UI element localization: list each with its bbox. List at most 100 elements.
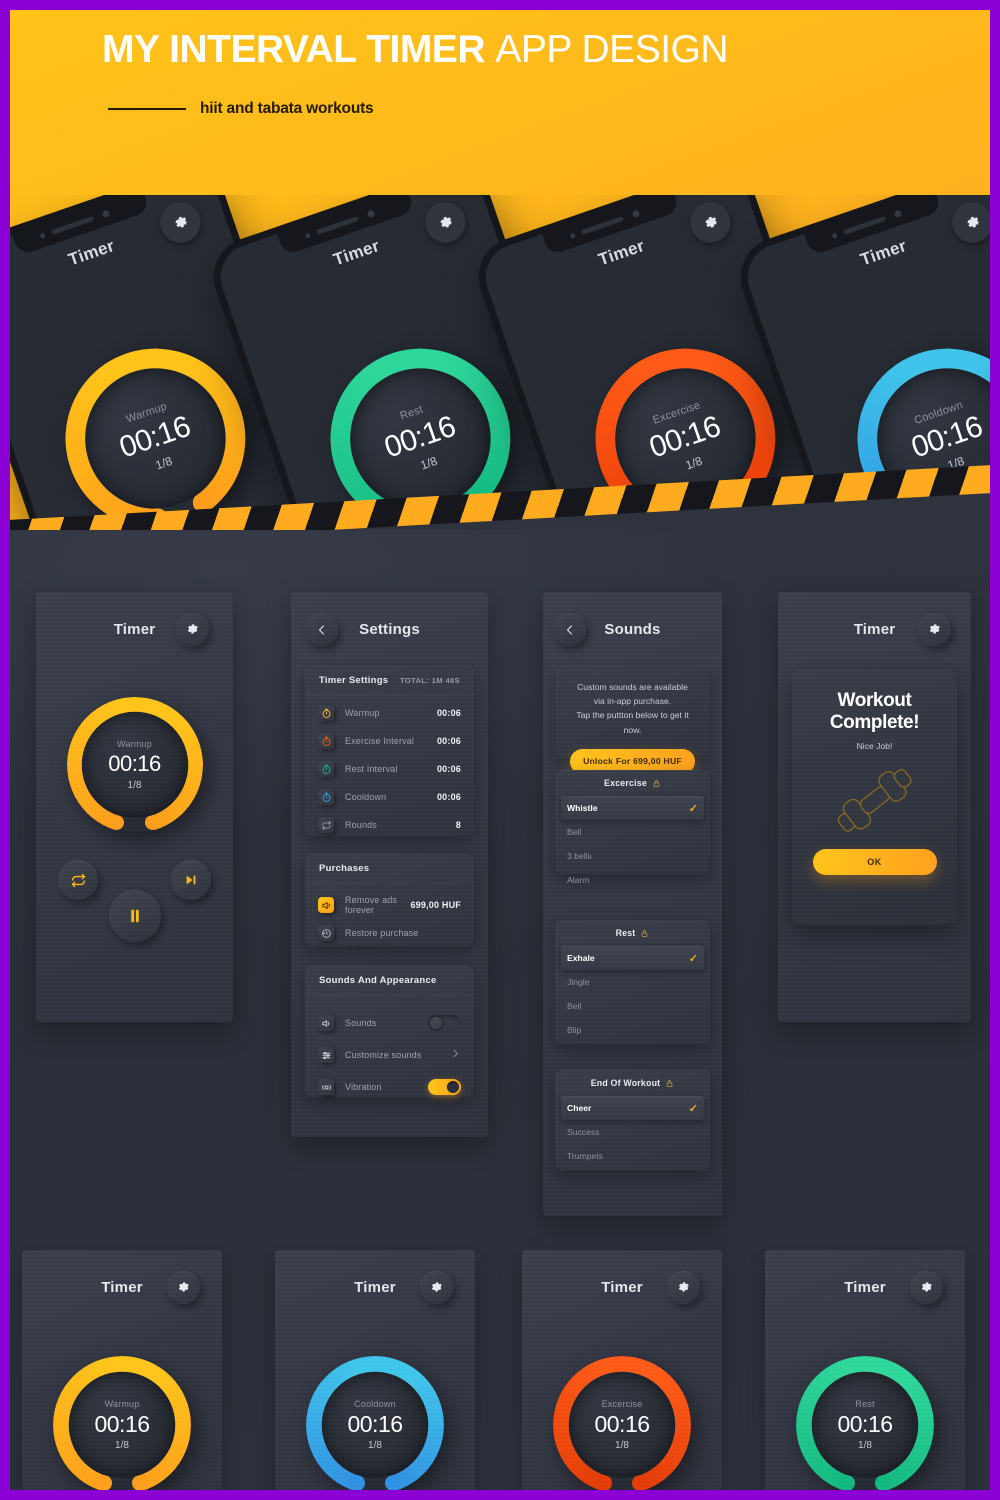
settings-row[interactable]: Warmup 00:06 (305, 699, 474, 727)
sound-group-name: Rest (615, 928, 636, 938)
settings-row[interactable]: Rest Interval 00:06 (305, 755, 474, 783)
sound-option[interactable]: Trumpets (555, 1144, 710, 1168)
rule-divider (108, 108, 186, 110)
timer-variant-panel: Timer Rest 00:16 1/8 (765, 1250, 965, 1490)
row-value: 00:06 (436, 708, 461, 718)
page-title: MY INTERVAL TIMER APP DESIGN (102, 28, 729, 72)
timer-progress-ring: Warmup 00:16 1/8 (41, 324, 270, 530)
sound-setting-row[interactable]: Sounds (305, 1007, 474, 1039)
progress-ring: Excercise 00:16 1/8 (553, 1356, 691, 1490)
purchases-rows: Remove ads forever 699,00 HUF Restore purc… (305, 884, 474, 947)
sound-option[interactable]: Exhale ✓ (561, 946, 704, 970)
row-label: Exercise Interval (345, 736, 415, 746)
title-light: APP DESIGN (495, 28, 729, 71)
progress-ring: Warmup 00:16 1/8 (41, 324, 270, 530)
sounds-screen-panel: Sounds Custom sounds are available via i… (543, 592, 722, 1216)
ring-center: Excercise 00:16 1/8 (569, 1372, 675, 1478)
stopwatch-icon (322, 736, 330, 746)
round-counter: 1/8 (418, 453, 440, 473)
sound-setting-row[interactable]: Vibration (305, 1071, 474, 1103)
settings-row[interactable]: Exercise Interval 00:06 (305, 727, 474, 755)
purchase-row[interactable]: Remove ads forever 699,00 HUF (305, 891, 474, 919)
settings-row[interactable]: Rounds 8 (305, 811, 474, 839)
sound-option[interactable]: Whistle ✓ (561, 796, 704, 820)
pause-button[interactable] (108, 890, 161, 942)
back-button[interactable] (305, 613, 338, 646)
sounds-appearance-rows: Sounds Customize sounds Vibration (305, 996, 474, 1103)
gear-icon (178, 1282, 189, 1292)
sound-setting-row[interactable]: Customize sounds (305, 1039, 474, 1071)
chevron-right-icon (450, 1046, 461, 1064)
sound-option-label: Exhale (567, 953, 595, 963)
row-label: Restore purchase (345, 928, 419, 938)
row-icon-box (318, 733, 334, 749)
settings-gear-button[interactable] (167, 1271, 200, 1304)
settings-gear-button[interactable] (176, 613, 209, 646)
toggle-switch[interactable] (428, 1015, 461, 1031)
progress-ring: Rest 00:16 1/8 (796, 1356, 934, 1490)
settings-gear-button[interactable] (947, 197, 990, 249)
row-label: Cooldown (345, 792, 387, 802)
sound-option-label: 3 bells (567, 851, 592, 861)
complete-screen-header: Timer (778, 592, 971, 666)
check-icon: ✓ (688, 952, 698, 965)
card-title: Purchases (319, 863, 370, 874)
hero-banner: MY INTERVAL TIMER APP DESIGN hiit and ta… (10, 10, 990, 530)
speaker-icon (321, 1019, 329, 1027)
gear-icon (921, 1282, 932, 1292)
settings-screen-header: Settings (291, 592, 488, 666)
toggle-switch[interactable] (428, 1079, 461, 1095)
arc-cap (839, 1475, 856, 1490)
settings-gear-button[interactable] (667, 1271, 700, 1304)
gear-icon (678, 1282, 689, 1292)
time-remaining: 00:16 (837, 1410, 893, 1437)
sound-group-name: Excercise (604, 778, 647, 788)
sound-option[interactable]: Blip (555, 1018, 710, 1042)
settings-row[interactable]: Cooldown 00:06 (305, 783, 474, 811)
restart-button[interactable] (58, 860, 98, 900)
row-label: Remove ads forever (345, 895, 398, 915)
row-value: 00:06 (436, 764, 461, 774)
stopwatch-icon (322, 708, 330, 718)
gear-icon (704, 216, 717, 228)
timer-progress-ring: Cooldown 00:16 1/8 (306, 1356, 444, 1490)
sound-option-label: Whistle (567, 803, 598, 813)
complete-headline: Workout Complete! (829, 690, 920, 733)
variant-header: Timer (275, 1250, 475, 1324)
round-counter: 1/8 (127, 779, 142, 791)
skip-button[interactable] (171, 860, 211, 900)
sound-option[interactable]: Cheer ✓ (561, 1096, 704, 1120)
sound-option[interactable]: Jingle (555, 970, 710, 994)
sound-option[interactable]: Alarm (555, 868, 710, 892)
progress-ring: Cooldown 00:16 1/8 (306, 1356, 444, 1490)
sound-option[interactable]: Bell (555, 994, 710, 1018)
back-button[interactable] (553, 613, 586, 646)
settings-screen-panel: Settings Timer Settings TOTAL: 1M 48S Wa… (291, 592, 488, 1137)
arc-cap (631, 1475, 648, 1490)
row-icon-box (318, 1047, 334, 1063)
purchase-row[interactable]: Restore purchase (305, 919, 474, 947)
row-icon-box (318, 705, 334, 721)
row-icon-box (318, 897, 334, 913)
time-remaining: 00:16 (594, 1410, 650, 1437)
sound-option[interactable]: Success (555, 1120, 710, 1144)
loop-icon (71, 873, 85, 887)
progress-ring: Warmup 00:16 1/8 (53, 1356, 191, 1490)
phase-label: Warmup (117, 739, 152, 750)
sound-option[interactable]: 3 bells (555, 844, 710, 868)
settings-gear-button[interactable] (420, 1271, 453, 1304)
sound-option[interactable]: Bell (555, 820, 710, 844)
settings-gear-button[interactable] (910, 1271, 943, 1304)
row-icon-box (318, 1015, 334, 1031)
ring-center: Warmup 00:16 1/8 (81, 712, 188, 818)
timer-progress-ring: Excercise 00:16 1/8 (553, 1356, 691, 1490)
timer-variant-panel: Timer Excercise 00:16 1/8 (522, 1250, 722, 1490)
screens-section: Timer Warmup 00:16 1/8 Settings Timer Se… (10, 530, 990, 1490)
settings-gear-button[interactable] (918, 613, 951, 646)
check-icon: ✓ (688, 1102, 698, 1115)
row-label: Warmup (345, 708, 380, 718)
restore-icon (321, 928, 331, 938)
round-counter: 1/8 (683, 453, 705, 473)
arc-cap (131, 1475, 148, 1490)
time-remaining: 00:16 (380, 409, 460, 465)
